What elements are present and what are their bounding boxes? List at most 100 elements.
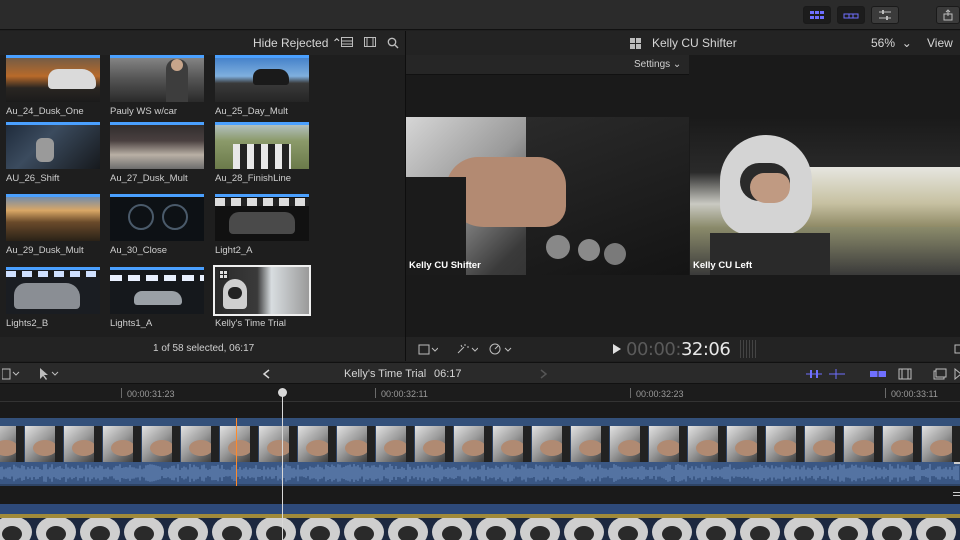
clip-thumbnail (215, 55, 309, 102)
browser-footer: 1 of 58 selected, 06:17 (0, 337, 405, 361)
timecode-dim: 00:00: (626, 339, 681, 360)
angle-left[interactable]: Kelly CU Left (690, 117, 960, 275)
timeline-header: Kelly's Time Trial 06:17 (0, 362, 960, 384)
layout-timeline-toggle[interactable] (837, 6, 865, 24)
timeline-ruler[interactable]: 00:00:31:23 00:00:32:11 00:00:32:23 00:0… (0, 384, 960, 402)
ruler-label: 00:00:33:11 (891, 389, 938, 399)
zoom-popup[interactable]: 56% ⌄ (871, 36, 912, 50)
settings-label: Settings (634, 59, 671, 70)
project-duration: 06:17 (434, 368, 462, 380)
clip-item[interactable]: Lights2_B (6, 267, 100, 329)
clip-item[interactable]: Light2_A (215, 194, 309, 256)
multicam-clip[interactable] (0, 418, 960, 486)
zoom-value: 56% (871, 36, 896, 50)
audio-meter-icon[interactable] (740, 340, 758, 358)
filter-popup[interactable]: Hide Rejected ⌃ (253, 36, 342, 50)
share-icon (943, 9, 953, 21)
viewer: Settings ⌄ Kelly CU Shifter Kelly CU Lef… (406, 55, 960, 337)
top-toolbar (0, 0, 960, 30)
audio-waveform (0, 462, 960, 484)
clip-name: Pauly WS w/car (110, 106, 178, 117)
filmstrip-frames (0, 426, 960, 462)
viewer-header: Kelly CU Shifter 56% ⌄ View ⌄ (406, 31, 960, 64)
playhead[interactable] (282, 389, 283, 540)
connected-clip[interactable] (0, 504, 960, 540)
clip-name: Au_28_FinishLine (215, 173, 292, 184)
clip-name: Au_25_Day_Mult (215, 106, 288, 117)
clip-thumbnail (6, 55, 100, 102)
clip-filmstrip (0, 426, 960, 462)
clip-item[interactable]: Au_27_Dusk_Mult (110, 122, 204, 184)
ruler-label: 00:00:32:11 (381, 389, 428, 399)
inspector-toggle[interactable] (871, 6, 899, 24)
clip-item[interactable]: Au_30_Close (110, 194, 204, 256)
browser-layout-icon (810, 11, 824, 19)
angle-shifter[interactable]: Kelly CU Shifter (406, 117, 689, 275)
playhead-handle[interactable] (278, 388, 287, 397)
clip-name: AU_26_Shift (6, 173, 60, 184)
back-arrow-icon[interactable] (262, 369, 270, 379)
clip-thumbnail (6, 194, 100, 241)
track-spacer (0, 402, 960, 418)
clip-name: Au_29_Dusk_Mult (6, 245, 84, 256)
clip-name: Light2_A (215, 245, 253, 256)
viewer-title: Kelly CU Shifter (652, 36, 737, 50)
clip-name: Lights1_A (110, 318, 153, 329)
layout-browser-toggle[interactable] (803, 6, 831, 24)
timecode-display: 00:00:32:06 (626, 339, 731, 360)
clip-thumbnail (110, 55, 204, 102)
settings-popup[interactable]: Settings ⌄ (634, 59, 681, 70)
clip-thumbnail (213, 265, 311, 316)
clip-item[interactable]: Pauly WS w/car (110, 55, 204, 117)
clip-name: Kelly's Time Trial (215, 318, 286, 329)
select-tool-icon[interactable] (38, 367, 60, 381)
clip-appearance-icon[interactable] (898, 368, 912, 380)
multicam-badge-icon (219, 270, 229, 280)
audio-only-icon[interactable] (828, 368, 846, 380)
forward-arrow-icon[interactable] (540, 369, 548, 379)
clip-thumbnail (6, 122, 100, 169)
connected-filmstrip (0, 514, 960, 540)
clip-browser: Au_24_Dusk_One Pauly WS w/car Au_25_Day_… (0, 55, 405, 337)
clip-item[interactable]: Au_24_Dusk_One (6, 55, 100, 117)
clip-name: Au_30_Close (110, 245, 168, 256)
video-only-icon[interactable] (805, 368, 823, 380)
retime-icon[interactable] (489, 343, 513, 355)
angle-label: Kelly CU Left (693, 260, 753, 271)
viewer-footer: 00:00:32:06 (406, 337, 960, 361)
transitions-icon[interactable] (954, 368, 960, 380)
clip-item[interactable]: Au_29_Dusk_Mult (6, 194, 100, 256)
snapping-icon[interactable] (869, 368, 887, 380)
share-button[interactable] (936, 6, 960, 24)
filmstrip-view-icon[interactable] (364, 37, 376, 47)
clip-name: Au_27_Dusk_Mult (110, 173, 188, 184)
list-view-icon[interactable] (341, 37, 353, 47)
clip-thumbnail (110, 267, 204, 314)
search-icon[interactable] (387, 37, 399, 49)
clip-thumbnail (110, 194, 204, 241)
play-icon[interactable] (612, 343, 622, 355)
timeline-index-icon[interactable] (2, 368, 20, 380)
clip-name: Au_24_Dusk_One (6, 106, 84, 117)
project-title: Kelly's Time Trial (344, 368, 427, 380)
clip-item[interactable]: Lights1_A (110, 267, 204, 329)
clip-item[interactable]: AU_26_Shift (6, 122, 100, 184)
clip-item-selected[interactable]: Kelly's Time Trial (213, 265, 311, 329)
enhance-icon[interactable] (456, 343, 478, 355)
clip-item[interactable]: Au_25_Day_Mult (215, 55, 309, 117)
effects-browser-icon[interactable] (933, 368, 947, 380)
track-spacer (0, 486, 960, 504)
clip-item[interactable]: Au_28_FinishLine (215, 122, 309, 184)
fullscreen-icon[interactable] (954, 343, 960, 355)
ruler-label: 00:00:31:23 (127, 389, 175, 399)
timecode-bright: 32:06 (680, 339, 731, 360)
multicam-icon (630, 38, 641, 49)
clip-thumbnail (215, 194, 309, 241)
clip-thumbnail (6, 267, 100, 314)
angle-label: Kelly CU Shifter (409, 260, 481, 271)
filter-label: Hide Rejected (253, 36, 329, 50)
timeline-layout-icon (843, 13, 859, 19)
clip-thumbnail (110, 122, 204, 169)
transform-icon[interactable] (418, 344, 438, 355)
clip-thumbnail (215, 122, 309, 169)
